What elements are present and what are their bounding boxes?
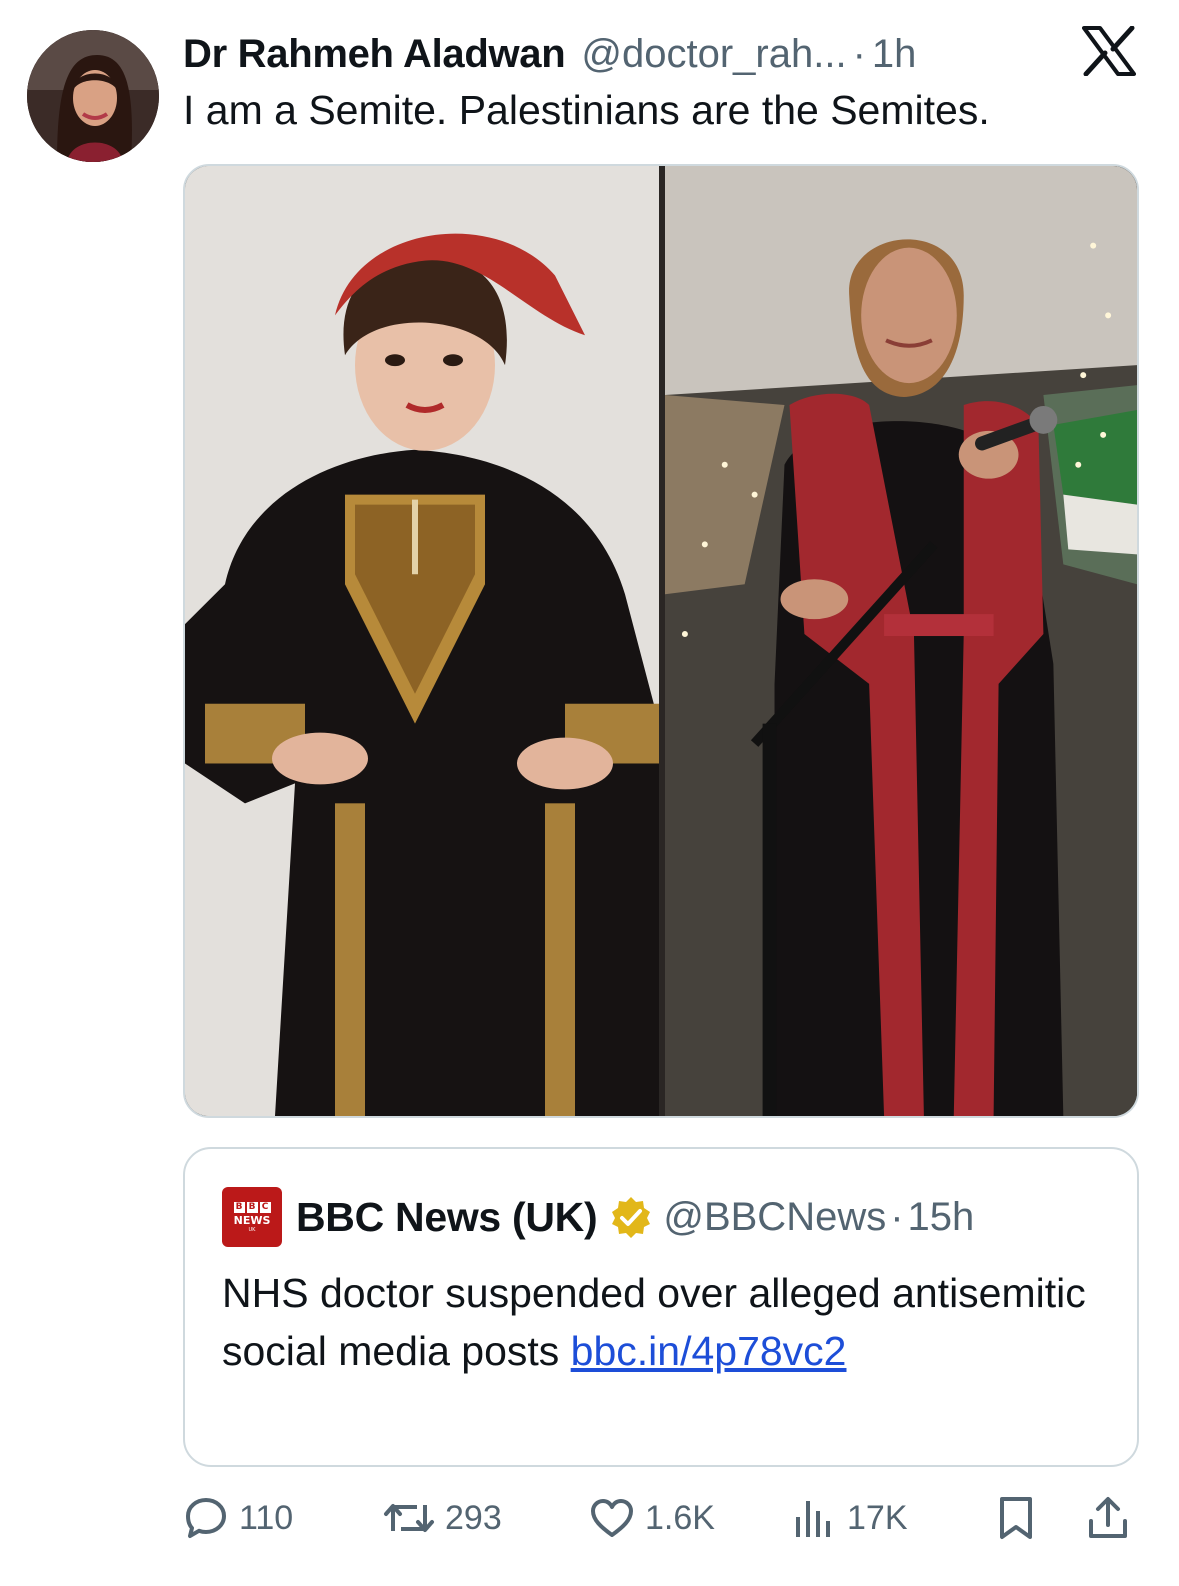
bbc-logo-letter: B: [233, 1201, 245, 1213]
quoted-handle[interactable]: @BBCNews: [663, 1195, 886, 1240]
views-button[interactable]: 17K: [791, 1490, 908, 1546]
event-photo-image: [665, 166, 1137, 1116]
views-icon: [796, 1501, 830, 1537]
quoted-display-name[interactable]: BBC News (UK): [296, 1194, 598, 1241]
share-icon: [1089, 1497, 1127, 1538]
tweet-media[interactable]: [183, 164, 1139, 1118]
x-logo-icon: [1082, 26, 1136, 76]
bbc-logo-sub: UK: [248, 1226, 256, 1233]
quoted-tweet-header: B B C NEWS UK BBC News (UK) @BBCNews · 1…: [222, 1187, 974, 1247]
repost-count: 293: [445, 1498, 502, 1537]
event-photo[interactable]: [665, 166, 1137, 1116]
tweet-text: I am a Semite. Palestinians are the Semi…: [183, 87, 990, 133]
like-count: 1.6K: [645, 1498, 715, 1537]
childhood-photo-image: [185, 166, 659, 1116]
bbc-logo-letter: B: [246, 1201, 258, 1213]
view-count: 17K: [847, 1498, 908, 1537]
tweet-header: Dr Rahmeh Aladwan @doctor_rah... · 1h: [183, 24, 1039, 84]
quoted-tweet-text: NHS doctor suspended over alleged antise…: [222, 1264, 1102, 1380]
quoted-tweet-card[interactable]: B B C NEWS UK BBC News (UK) @BBCNews · 1…: [183, 1147, 1139, 1467]
avatar-image: [27, 30, 159, 162]
reply-icon: [186, 1498, 226, 1538]
author-handle[interactable]: @doctor_rah...: [581, 32, 846, 77]
quoted-timestamp[interactable]: 15h: [908, 1195, 975, 1240]
bbc-news-avatar[interactable]: B B C NEWS UK: [222, 1187, 282, 1247]
heart-icon: [591, 1499, 633, 1537]
repost-icon: [384, 1504, 434, 1532]
share-button[interactable]: [1085, 1490, 1131, 1546]
bbc-logo-blocks: B B C: [233, 1201, 271, 1213]
bbc-logo-letter: C: [259, 1201, 271, 1213]
repost-button[interactable]: 293: [383, 1490, 502, 1546]
bookmark-icon: [1000, 1497, 1032, 1539]
verified-badge-icon: [612, 1197, 651, 1238]
reply-count: 110: [239, 1498, 294, 1537]
author-display-name[interactable]: Dr Rahmeh Aladwan: [183, 32, 566, 77]
separator-dot: ·: [890, 1194, 904, 1239]
childhood-photo[interactable]: [185, 166, 659, 1116]
tweet-timestamp[interactable]: 1h: [872, 32, 917, 77]
like-button[interactable]: 1.6K: [589, 1490, 715, 1546]
separator-dot: ·: [852, 31, 866, 76]
quoted-tweet-link[interactable]: bbc.in/4p78vc2: [571, 1328, 847, 1374]
bookmark-button[interactable]: [993, 1490, 1039, 1546]
bbc-logo-word: NEWS: [233, 1213, 271, 1227]
author-avatar[interactable]: [27, 30, 159, 162]
tweet-action-bar: 110 293 1.6K 17K: [183, 1490, 1139, 1546]
reply-button[interactable]: 110: [183, 1490, 293, 1546]
